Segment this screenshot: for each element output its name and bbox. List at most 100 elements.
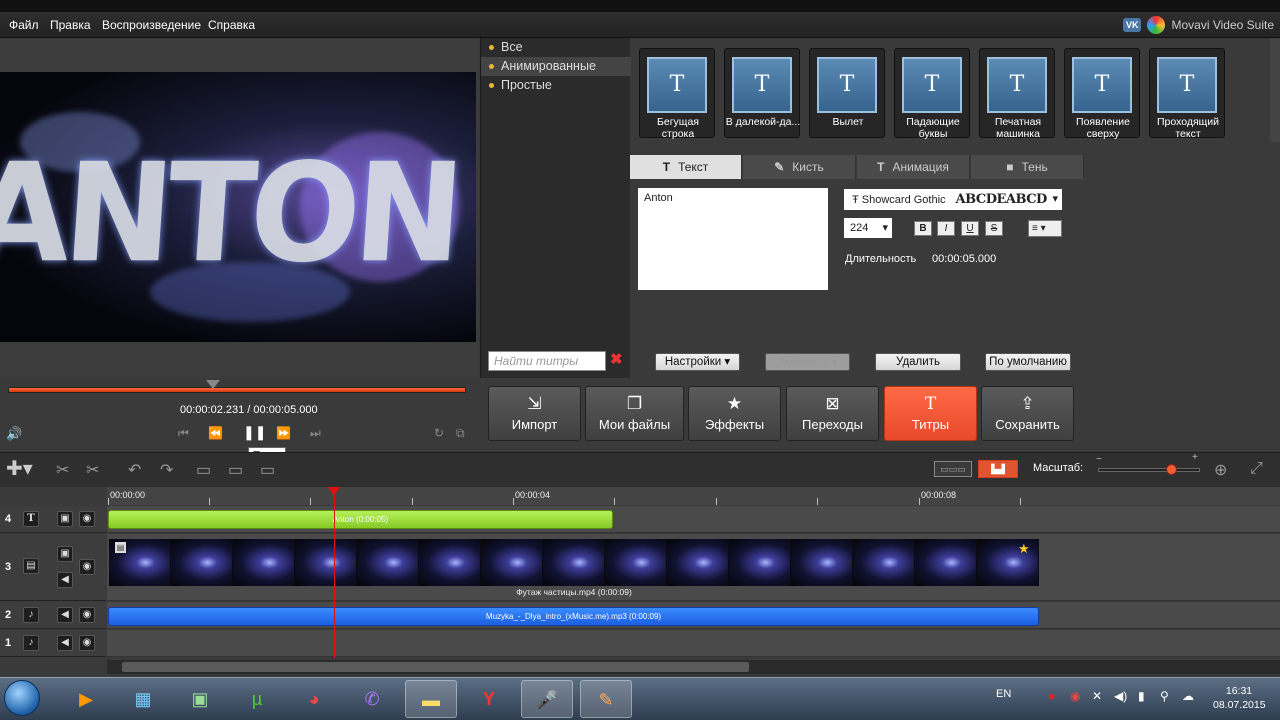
start-button[interactable] xyxy=(4,680,40,716)
title-tile[interactable]: T Бегущая строка xyxy=(639,48,715,140)
cut-icon[interactable]: ✂ xyxy=(56,460,69,480)
settings-button[interactable]: Настройки ▾ xyxy=(655,353,740,371)
progress-handle[interactable] xyxy=(206,380,220,389)
star-icon[interactable]: ★ xyxy=(1018,541,1030,557)
eye-icon[interactable]: ◉ xyxy=(79,559,95,575)
font-select[interactable]: Ŧ Showcard Gothic ABCDEABCD ▾ xyxy=(844,189,1062,210)
tab-brush[interactable]: ✎ Кисть xyxy=(743,155,856,179)
playhead-line[interactable] xyxy=(334,488,335,658)
font-size-select[interactable]: 224 ▾ xyxy=(844,218,892,238)
audio-clip[interactable]: Muzyka_-_Dlya_intro_(xMusic.me).mp3 (0:0… xyxy=(108,607,1039,626)
save-button[interactable]: ⇪ Сохранить xyxy=(981,386,1074,441)
timeline-hscroll-thumb[interactable] xyxy=(122,662,749,672)
menu-playback[interactable]: Воспроизведение xyxy=(102,18,201,32)
menu-file[interactable]: Файл xyxy=(9,18,39,32)
transitions-button[interactable]: ⊠ Переходы xyxy=(786,386,879,441)
task-manager-icon[interactable]: ▣ xyxy=(174,680,226,718)
power-icon[interactable]: ▮ xyxy=(1138,689,1145,703)
record-icon[interactable]: ● xyxy=(1048,689,1055,703)
microphone-icon[interactable]: 🎤 xyxy=(521,680,573,718)
network-icon[interactable]: ✕ xyxy=(1092,689,1102,703)
explorer-icon[interactable]: ▬ xyxy=(405,680,457,718)
utorrent-icon[interactable]: µ xyxy=(231,680,283,718)
title-clip[interactable]: Anton (0:00:05) xyxy=(108,510,613,529)
duration-value[interactable]: 00:00:05.000 xyxy=(932,253,996,265)
eye-icon[interactable]: ◉ xyxy=(79,607,95,623)
title-tile[interactable]: T Печатная машинка xyxy=(979,48,1055,140)
pause-button[interactable]: ❚❚ xyxy=(243,424,266,441)
volume-icon[interactable]: 🔊 xyxy=(6,426,22,442)
scale-slider-knob[interactable] xyxy=(1166,464,1177,475)
recorder-icon[interactable]: ◉ xyxy=(1070,689,1080,703)
mute-icon[interactable]: ◀ xyxy=(57,572,73,588)
lock-icon[interactable]: ▣ xyxy=(57,546,73,562)
yandex-browser-icon[interactable]: Y xyxy=(463,680,515,718)
crop-icon[interactable]: ⧉ xyxy=(456,426,465,441)
undo-icon[interactable]: ↶ xyxy=(128,460,141,480)
zoom-out-icon[interactable]: − xyxy=(1096,454,1102,465)
video-clip[interactable]: ▤ ★ xyxy=(109,539,1039,586)
mute-icon[interactable]: ◀ xyxy=(57,607,73,623)
vk-icon[interactable]: VK xyxy=(1122,18,1142,32)
clip-settings-icon[interactable]: ▤ xyxy=(115,542,126,553)
volume-tray-icon[interactable]: ◀) xyxy=(1114,689,1127,703)
video-preview[interactable]: ANTON xyxy=(0,72,476,342)
fullscreen-icon[interactable]: ⤢ xyxy=(1250,460,1263,478)
tab-text[interactable]: T Текст xyxy=(630,155,742,179)
import-button[interactable]: ⇲ Импорт xyxy=(488,386,581,441)
skip-start-icon[interactable]: ⏮ xyxy=(178,426,189,441)
skip-end-icon[interactable]: ⏭ xyxy=(310,426,321,441)
effects-button[interactable]: ★ Эффекты xyxy=(688,386,781,441)
properties-icon[interactable]: ▭ xyxy=(260,460,275,480)
storyboard-view-button[interactable]: ▭▭▭ xyxy=(934,461,972,477)
crop-clip-icon[interactable]: ▭ xyxy=(196,460,211,480)
add-button[interactable]: Добавить ▾ xyxy=(765,353,850,371)
titles-search-input[interactable]: Найти титры xyxy=(488,351,606,371)
rotate-clip-icon[interactable]: ▭ xyxy=(228,460,243,480)
add-icon[interactable]: ✚▾ xyxy=(6,456,33,481)
category-simple[interactable]: Простые xyxy=(481,76,631,95)
tab-shadow[interactable]: ■ Тень xyxy=(971,155,1084,179)
playhead-marker[interactable] xyxy=(328,487,340,496)
title-text-input[interactable]: Anton xyxy=(638,188,828,290)
category-all[interactable]: Все xyxy=(481,38,631,57)
my-files-button[interactable]: ❐ Мои файлы xyxy=(585,386,684,441)
strikethrough-button[interactable]: S xyxy=(985,221,1003,236)
titles-button[interactable]: T Титры xyxy=(884,386,977,441)
eye-icon[interactable]: ◉ xyxy=(79,511,95,527)
menu-help[interactable]: Справка xyxy=(208,18,255,32)
italic-button[interactable]: I xyxy=(937,221,955,236)
clock[interactable]: 16:31 08.07.2015 xyxy=(1213,684,1266,712)
viber-icon[interactable]: ✆ xyxy=(346,680,398,718)
cloud-icon[interactable]: ☁ xyxy=(1182,689,1194,703)
category-animated[interactable]: Анимированные xyxy=(481,57,631,76)
split-icon[interactable]: ✂ xyxy=(86,460,99,480)
movavi-app-icon[interactable]: ✎ xyxy=(580,680,632,718)
title-tile[interactable]: T Появление сверху xyxy=(1064,48,1140,140)
redo-icon[interactable]: ↷ xyxy=(160,460,173,480)
underline-button[interactable]: U xyxy=(961,221,979,236)
gallery-scrollbar[interactable] xyxy=(1270,38,1280,142)
eye-icon[interactable]: ◉ xyxy=(79,635,95,651)
timeline-view-button[interactable]: ▙▟ xyxy=(978,460,1018,478)
rotate-icon[interactable]: ↻ xyxy=(434,426,444,440)
chrome-icon[interactable]: ◕ xyxy=(288,680,340,718)
timeline-ruler[interactable] xyxy=(107,487,1280,505)
delete-button[interactable]: Удалить xyxy=(875,353,961,371)
bold-button[interactable]: B xyxy=(914,221,932,236)
lock-icon[interactable]: ▣ xyxy=(57,511,73,527)
language-indicator[interactable]: EN xyxy=(996,688,1011,700)
control-panel-icon[interactable]: ▦ xyxy=(117,680,169,718)
title-tile[interactable]: T В далекой-да... xyxy=(724,48,800,138)
align-select[interactable]: ≡ ▾ xyxy=(1028,220,1062,237)
scale-slider[interactable] xyxy=(1098,468,1200,472)
media-player-icon[interactable]: ▶ xyxy=(60,680,112,718)
zoom-in-icon[interactable]: + xyxy=(1192,452,1198,463)
title-tile[interactable]: T Вылет xyxy=(809,48,885,138)
mute-icon[interactable]: ◀ xyxy=(57,635,73,651)
title-tile[interactable]: T Падающие буквы xyxy=(894,48,970,140)
menu-edit[interactable]: Правка xyxy=(50,18,91,32)
usb-icon[interactable]: ⚲ xyxy=(1160,689,1169,703)
clear-search-icon[interactable]: ✖ xyxy=(610,352,624,368)
title-tile[interactable]: T Проходящий текст xyxy=(1149,48,1225,140)
